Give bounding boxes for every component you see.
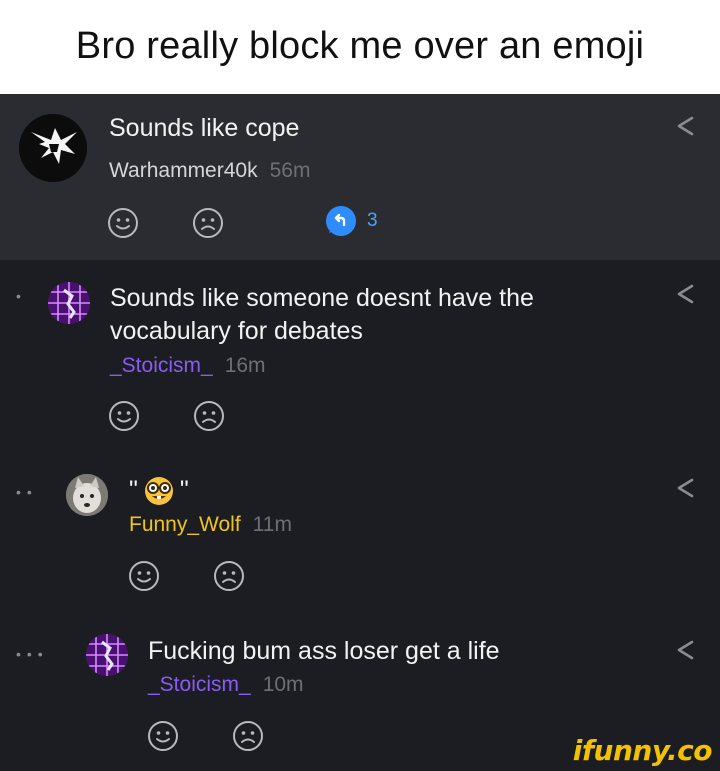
reply-bubble-icon — [326, 206, 356, 236]
quote-mark: " — [129, 476, 138, 504]
ifunny-watermark: ifunny.co — [572, 734, 713, 767]
share-icon[interactable] — [674, 639, 696, 661]
username[interactable]: Warhammer40k — [109, 159, 258, 182]
comment-text: Fucking bum ass loser get a life — [148, 637, 500, 665]
comment-line: Sounds like someone doesnt have the — [110, 284, 534, 312]
meme-caption: Bro really block me over an emoji — [75, 24, 645, 67]
meme-header: Bro really block me over an emoji — [0, 0, 720, 94]
comment-warhammer[interactable]: Sounds like cope Warhammer40k 56m 3 — [0, 94, 720, 260]
comment-meta: _Stoicism_ 10m — [148, 672, 304, 698]
smile-react-icon[interactable] — [147, 720, 179, 752]
replies-button[interactable]: 3 — [325, 205, 378, 237]
comment-thread: Sounds like cope Warhammer40k 56m 3 • So… — [0, 94, 720, 771]
timestamp: 16m — [224, 354, 266, 377]
sad-react-icon[interactable] — [232, 720, 264, 752]
thread-depth-indicator: ••• — [16, 646, 49, 662]
reply-count: 3 — [367, 210, 378, 231]
share-icon[interactable] — [674, 477, 696, 499]
sad-react-icon[interactable] — [193, 400, 225, 432]
share-icon[interactable] — [674, 115, 696, 137]
comment-meta: Warhammer40k 56m — [109, 158, 310, 184]
comment-line: vocabulary for debates — [110, 317, 363, 345]
smile-react-icon[interactable] — [128, 560, 160, 592]
smile-react-icon[interactable] — [108, 400, 140, 432]
purple-grid-avatar[interactable] — [86, 634, 128, 676]
comment-text: " " — [129, 474, 189, 507]
wolf-avatar[interactable] — [66, 474, 108, 516]
username[interactable]: _Stoicism_ — [148, 673, 251, 696]
timestamp: 56m — [269, 159, 311, 182]
nerd-face-emoji — [144, 476, 173, 505]
purple-grid-avatar[interactable] — [48, 282, 90, 324]
sad-react-icon[interactable] — [192, 207, 224, 239]
timestamp: 10m — [262, 673, 304, 696]
timestamp: 11m — [252, 513, 292, 536]
quote-mark: " — [179, 476, 189, 504]
sad-react-icon[interactable] — [213, 560, 245, 592]
comment-text: Sounds like someone doesnt have the voca… — [110, 282, 534, 348]
thread-depth-indicator: • — [16, 288, 27, 304]
smile-react-icon[interactable] — [107, 207, 139, 239]
comment-meta: _Stoicism_ 16m — [110, 353, 266, 379]
comment-meta: Funny_Wolf 11m — [129, 512, 292, 538]
comment-text: Sounds like cope — [109, 114, 300, 142]
thread-depth-indicator: •• — [16, 484, 38, 500]
username[interactable]: Funny_Wolf — [129, 513, 241, 536]
username[interactable]: _Stoicism_ — [110, 354, 213, 377]
share-icon[interactable] — [674, 283, 696, 305]
warhammer-logo-icon[interactable] — [19, 114, 87, 182]
